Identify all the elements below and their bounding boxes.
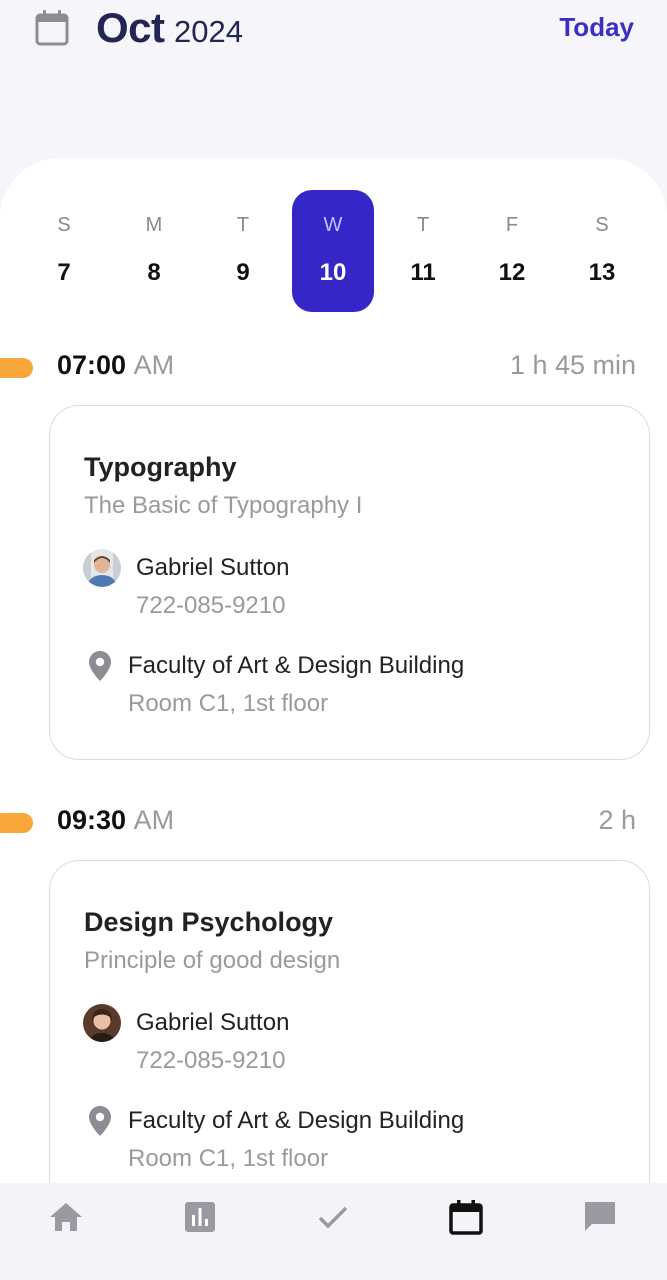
year-label: 2024 xyxy=(174,14,243,49)
day-name: S xyxy=(595,214,609,236)
day-wednesday-selected[interactable]: W 10 xyxy=(292,190,374,312)
day-number: 13 xyxy=(588,259,616,286)
location-name: Faculty of Art & Design Building xyxy=(128,652,465,679)
day-name: S xyxy=(57,214,71,236)
event-card[interactable]: Design Psychology Principle of good desi… xyxy=(49,860,650,1215)
chat-icon[interactable] xyxy=(580,1197,620,1237)
day-name: F xyxy=(505,214,519,236)
stats-icon[interactable] xyxy=(180,1197,220,1237)
time-marker xyxy=(0,358,33,378)
day-friday[interactable]: F 12 xyxy=(471,190,553,312)
location-pin-icon xyxy=(89,1106,111,1136)
today-button[interactable]: Today xyxy=(559,12,634,43)
calendar-screen: Oct 2024 Today S 7 M 8 T 9 W 10 T 11 F 1… xyxy=(0,0,667,1280)
day-name: T xyxy=(416,214,430,236)
person-name: Gabriel Sutton xyxy=(136,554,290,581)
event-time: 07:00 AM xyxy=(57,350,174,381)
day-sunday[interactable]: S 7 xyxy=(23,190,105,312)
event-time-value: 09:30 xyxy=(57,805,127,835)
event-time: 09:30 AM xyxy=(57,805,174,836)
bottom-nav xyxy=(0,1183,667,1280)
day-name: W xyxy=(323,214,343,236)
week-strip: S 7 M 8 T 9 W 10 T 11 F 12 S 13 xyxy=(20,190,647,312)
avatar xyxy=(83,1004,121,1042)
home-icon[interactable] xyxy=(46,1197,86,1237)
day-number: 7 xyxy=(57,259,71,286)
time-row: 09:30 AM 2 h xyxy=(0,805,667,845)
day-saturday[interactable]: S 13 xyxy=(561,190,643,312)
location-pin-icon xyxy=(89,651,111,681)
day-name: T xyxy=(236,214,250,236)
event-time-ampm: AM xyxy=(133,350,175,380)
person-name: Gabriel Sutton xyxy=(136,1009,290,1036)
day-number: 11 xyxy=(410,259,436,286)
time-row: 07:00 AM 1 h 45 min xyxy=(0,350,667,390)
avatar xyxy=(83,549,121,587)
person-phone[interactable]: 722-085-9210 xyxy=(136,1047,285,1075)
event-time-ampm: AM xyxy=(133,805,175,835)
event-title: Typography xyxy=(84,452,237,482)
day-number: 9 xyxy=(236,259,250,286)
person-phone[interactable]: 722-085-9210 xyxy=(136,592,285,620)
day-number: 12 xyxy=(498,259,526,286)
day-thursday[interactable]: T 11 xyxy=(382,190,464,312)
header: Oct 2024 Today xyxy=(0,0,667,160)
calendar-icon[interactable] xyxy=(446,1197,486,1237)
day-tuesday[interactable]: T 9 xyxy=(202,190,284,312)
event-title: Design Psychology xyxy=(84,907,334,937)
day-monday[interactable]: M 8 xyxy=(113,190,195,312)
event-duration: 1 h 45 min xyxy=(509,350,636,380)
check-icon[interactable] xyxy=(313,1197,353,1237)
day-name: M xyxy=(145,214,163,236)
event-card[interactable]: Typography The Basic of Typography I Gab… xyxy=(49,405,650,760)
event-subtitle: Principle of good design xyxy=(84,947,341,974)
event-subtitle: The Basic of Typography I xyxy=(84,492,363,519)
location-room: Room C1, 1st floor xyxy=(128,1145,329,1172)
location-name: Faculty of Art & Design Building xyxy=(128,1107,465,1134)
time-marker xyxy=(0,813,33,833)
calendar-icon[interactable] xyxy=(35,10,69,46)
location-room: Room C1, 1st floor xyxy=(128,690,329,717)
event-duration: 2 h xyxy=(598,805,636,835)
day-number: 8 xyxy=(147,259,161,286)
day-number: 10 xyxy=(319,259,347,286)
event-time-value: 07:00 xyxy=(57,350,127,380)
month-label: Oct xyxy=(96,4,165,51)
